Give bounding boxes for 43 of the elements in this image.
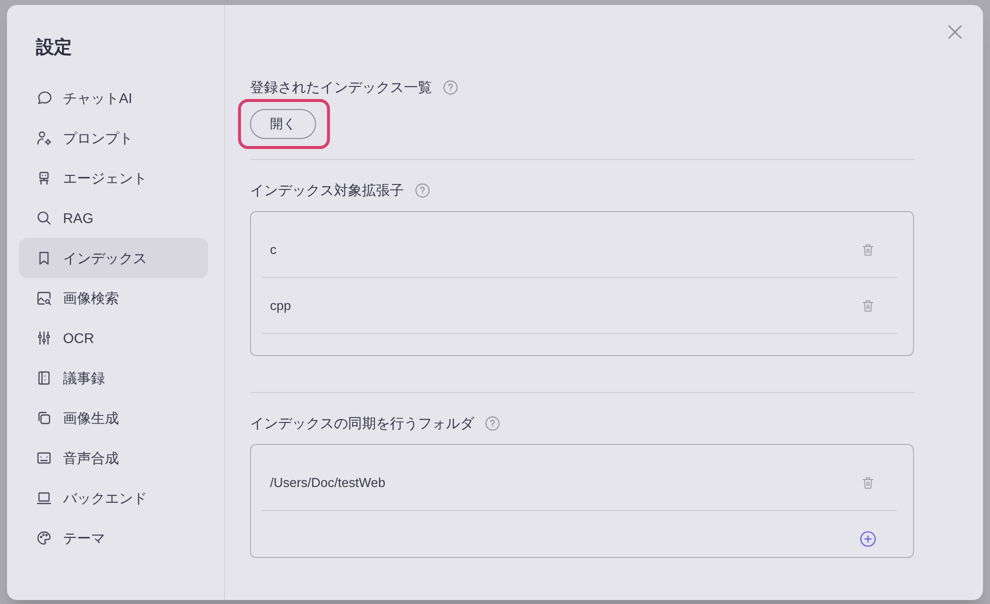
open-button[interactable]: 開く bbox=[250, 109, 316, 139]
sidebar-item[interactable]: プロンプト bbox=[19, 118, 208, 158]
sidebar-item[interactable]: インデックス bbox=[19, 238, 208, 278]
copy-icon bbox=[36, 410, 52, 426]
user-gear-icon bbox=[36, 130, 52, 146]
sidebar-item[interactable]: 画像生成 bbox=[19, 398, 208, 438]
laptop-icon bbox=[36, 490, 52, 506]
sidebar-item[interactable]: 画像検索 bbox=[19, 278, 208, 318]
palette-icon bbox=[36, 530, 52, 546]
trash-icon bbox=[861, 476, 875, 490]
list-item-text: cpp bbox=[270, 296, 291, 315]
image-search-icon bbox=[36, 290, 52, 306]
search-icon bbox=[36, 210, 52, 226]
sidebar-item[interactable]: RAG bbox=[19, 198, 208, 238]
delete-button[interactable] bbox=[861, 476, 875, 490]
close-button[interactable] bbox=[947, 24, 963, 40]
sliders-icon bbox=[36, 330, 52, 346]
sidebar-item[interactable]: チャットAI bbox=[19, 78, 208, 118]
face-panel-icon bbox=[36, 450, 52, 466]
sidebar-item[interactable]: バックエンド bbox=[19, 478, 208, 518]
sidebar-item[interactable]: テーマ bbox=[19, 518, 208, 558]
section-title: インデックス対象拡張子 bbox=[250, 181, 404, 200]
dialog-title: 設定 bbox=[36, 37, 72, 57]
list-item-text: c bbox=[270, 240, 276, 259]
notebook-icon bbox=[36, 370, 52, 386]
help-icon[interactable] bbox=[415, 182, 430, 198]
sidebar-item[interactable]: 音声合成 bbox=[19, 438, 208, 478]
trash-icon bbox=[861, 242, 875, 256]
add-button[interactable] bbox=[860, 531, 876, 547]
delete-button[interactable] bbox=[861, 298, 875, 312]
delete-button[interactable] bbox=[861, 242, 875, 256]
add-circle-icon bbox=[860, 531, 876, 547]
sidebar-item[interactable]: 議事録 bbox=[19, 358, 208, 398]
list-item-text: /Users/Doc/testWeb bbox=[270, 474, 386, 492]
sidebar-item[interactable]: エージェント bbox=[19, 158, 208, 198]
help-icon[interactable] bbox=[485, 416, 500, 430]
help-icon[interactable] bbox=[443, 80, 458, 94]
sidebar-item[interactable]: OCR bbox=[19, 318, 208, 358]
trash-icon bbox=[861, 298, 875, 312]
section-title: 登録されたインデックス一覧 bbox=[250, 78, 432, 97]
close-icon bbox=[947, 24, 963, 40]
chat-bubble-icon bbox=[36, 90, 52, 106]
section-title: インデックスの同期を行うフォルダ bbox=[250, 414, 474, 433]
